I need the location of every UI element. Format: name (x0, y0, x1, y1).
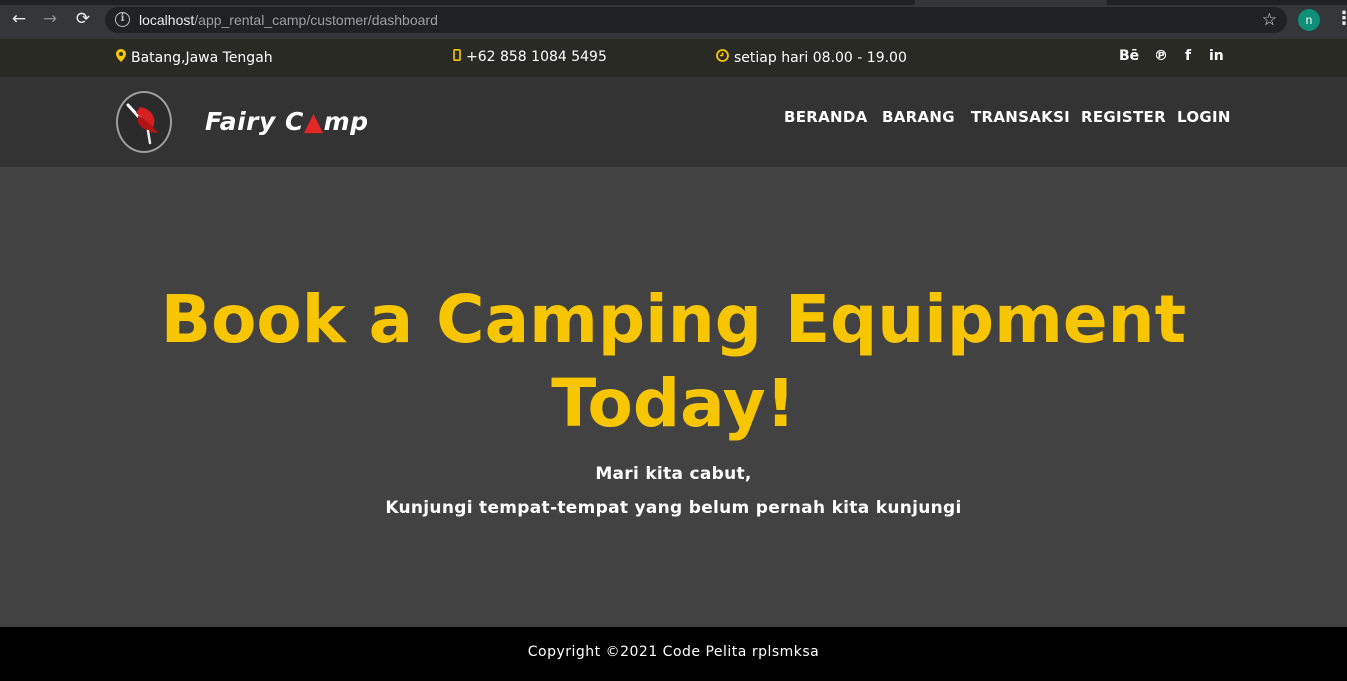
linkedin-icon[interactable]: in (1209, 48, 1224, 64)
profile-avatar[interactable]: n (1298, 9, 1320, 31)
bookmark-star-icon[interactable]: ☆ (1262, 10, 1277, 30)
site-footer: Copyright ©2021 Code Pelita rplsmksa (0, 627, 1347, 681)
pinterest-icon[interactable]: ℗ (1154, 48, 1168, 64)
behance-icon[interactable]: Bē (1119, 48, 1139, 64)
nav-login[interactable]: LOGIN (1177, 108, 1231, 126)
hero-title: Book a Camping Equipment Today! (0, 278, 1347, 446)
facebook-icon[interactable]: f (1185, 48, 1191, 64)
brand-text-end: mp (323, 107, 369, 136)
clock-icon (716, 49, 729, 66)
site-info-icon[interactable]: i (115, 12, 130, 27)
hero-subtitle-line-2: Kunjungi tempat-tempat yang belum pernah… (385, 498, 962, 518)
nav-register[interactable]: REGISTER (1081, 108, 1166, 126)
site-header: Fairy C▲mp BERANDA BARANG TRANSAKSI REGI… (0, 77, 1347, 167)
top-info-bar: Batang,Jawa Tengah +62 858 1084 5495 set… (0, 39, 1347, 77)
url-host: localhost (139, 12, 195, 28)
reload-icon[interactable]: ⟳ (73, 9, 93, 29)
brand-triangle-icon: ▲ (303, 107, 324, 136)
back-icon[interactable]: ← (9, 9, 29, 29)
url-path: /app_rental_camp/customer/dashboard (194, 12, 438, 28)
location-text: Batang,Jawa Tengah (131, 50, 273, 66)
nav-transaksi[interactable]: TRANSAKSI (971, 108, 1070, 126)
phone-info: +62 858 1084 5495 (453, 49, 607, 65)
hero-subtitle-line-1: Mari kita cabut, (595, 464, 752, 484)
browser-menu-icon[interactable]: ⋮ (1335, 9, 1347, 31)
copyright-text: Copyright ©2021 Code Pelita rplsmksa (527, 644, 820, 660)
hero-title-line-2: Today! (551, 365, 796, 442)
map-marker-icon (116, 49, 126, 66)
forward-icon[interactable]: → (40, 9, 60, 29)
logo-icon[interactable] (116, 91, 172, 153)
tab-strip (0, 0, 1347, 5)
brand-text-start: Fairy C (205, 107, 304, 136)
hours-text: setiap hari 08.00 - 19.00 (734, 50, 907, 66)
address-bar[interactable]: i localhost/app_rental_camp/customer/das… (105, 7, 1287, 33)
url-text[interactable]: localhost/app_rental_camp/customer/dashb… (139, 12, 438, 28)
brand-name[interactable]: Fairy C▲mp (205, 107, 369, 136)
phone-text: +62 858 1084 5495 (466, 49, 607, 65)
nav-beranda[interactable]: BERANDA (784, 108, 868, 126)
mobile-phone-icon (453, 49, 461, 65)
browser-toolbar: ← → ⟳ i localhost/app_rental_camp/custom… (0, 0, 1347, 39)
hero-title-line-1: Book a Camping Equipment (160, 281, 1187, 358)
location-info: Batang,Jawa Tengah (116, 49, 273, 66)
hours-info: setiap hari 08.00 - 19.00 (716, 49, 907, 66)
browser-tab[interactable] (915, 0, 1107, 5)
nav-barang[interactable]: BARANG (882, 108, 955, 126)
